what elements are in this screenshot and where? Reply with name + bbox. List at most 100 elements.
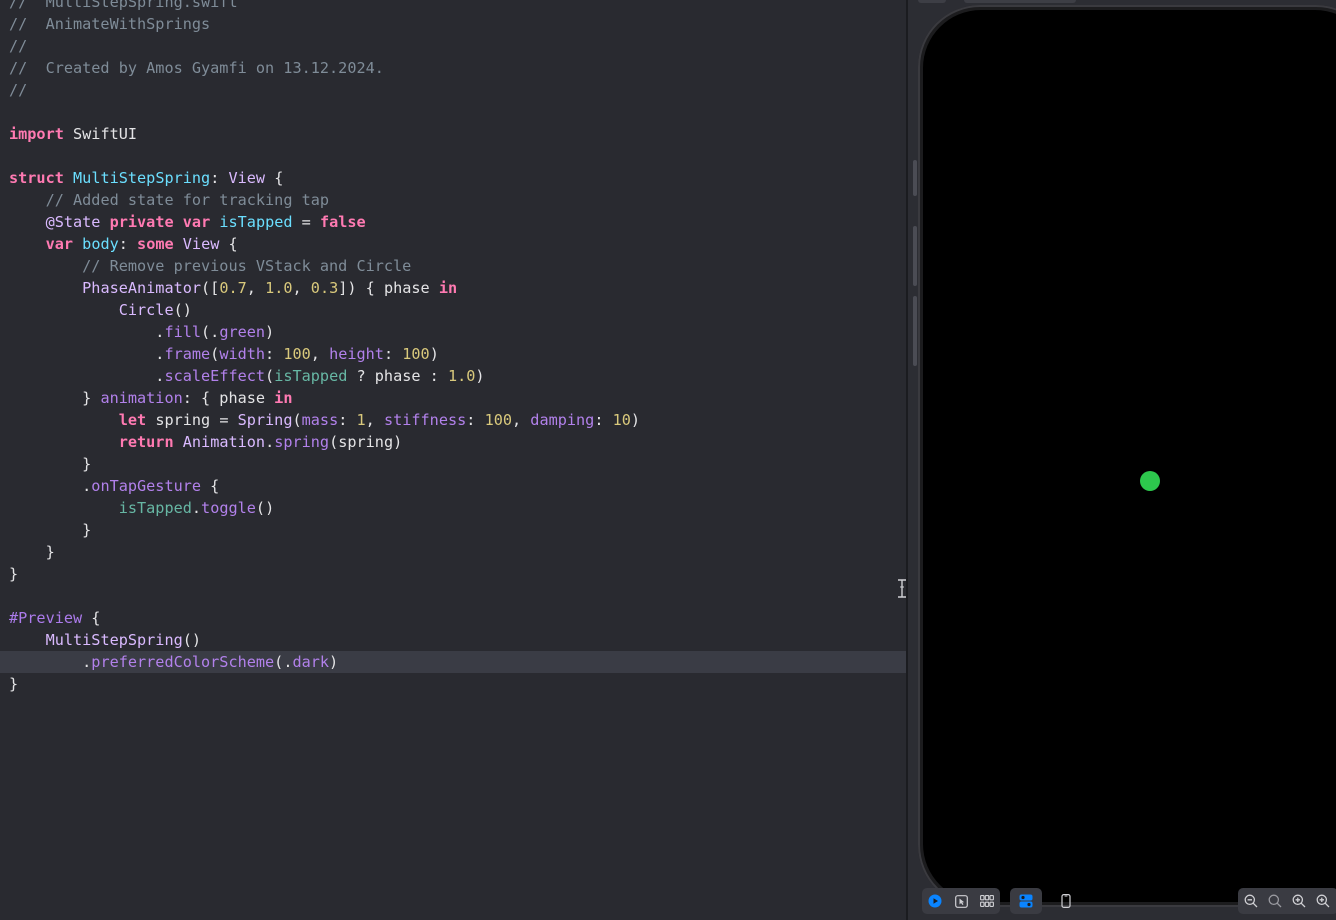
code-token: // Created by Amos Gyamfi on 13.12.2024. <box>9 59 384 77</box>
device-screen[interactable] <box>923 10 1336 902</box>
canvas-preview <box>908 0 1336 920</box>
code-line: .scaleEffect(isTapped ? phase : 1.0) <box>9 365 484 387</box>
code-token: : <box>118 235 138 253</box>
code-token: ) <box>429 345 439 363</box>
code-token: some <box>137 235 174 253</box>
code-token: let <box>118 411 147 429</box>
code-token: 0.7 <box>219 279 247 297</box>
code-token: 10 <box>612 411 631 429</box>
play-circle-icon[interactable] <box>927 893 943 909</box>
code-token: ([ <box>201 279 220 297</box>
code-token: 0.3 <box>310 279 339 297</box>
code-line: } <box>9 673 18 695</box>
code-line: struct MultiStepSpring: View { <box>9 167 283 189</box>
code-token: : <box>466 411 485 429</box>
code-token: // Added state for tracking tap <box>45 191 330 209</box>
code-token: toggle <box>201 499 256 517</box>
code-token: View <box>182 235 220 253</box>
code-token: View <box>228 169 266 187</box>
code-token: width <box>219 345 266 363</box>
code-token: isTapped <box>274 367 348 385</box>
code-token: 100 <box>283 345 311 363</box>
code-token: Spring <box>237 411 293 429</box>
zoom-actual-icon[interactable] <box>1267 893 1283 909</box>
code-token: 1.0 <box>447 367 476 385</box>
code-token: onTapGesture <box>91 477 202 495</box>
code-token: } <box>9 389 101 407</box>
code-token: 1.0 <box>265 279 293 297</box>
code-line: @State private var isTapped = false <box>9 211 366 233</box>
grid-icon[interactable] <box>979 893 995 909</box>
code-line: // Added state for tracking tap <box>9 189 329 211</box>
zoom-out-icon[interactable] <box>1243 893 1259 909</box>
code-token: height <box>329 345 384 363</box>
cursor-arrow-icon[interactable] <box>953 893 969 909</box>
code-token: : { phase <box>182 389 275 407</box>
code-token: ) <box>329 653 339 671</box>
code-token: : <box>594 411 613 429</box>
code-token: 1 <box>356 411 366 429</box>
code-token: // Remove previous VStack and Circle <box>82 257 412 275</box>
zoom-in-icon[interactable] <box>1291 893 1307 909</box>
code-token: MultiStepSpring <box>45 631 183 649</box>
code-token: PhaseAnimator <box>82 279 202 297</box>
code-line: } animation: { phase in <box>9 387 292 409</box>
code-line: // <box>9 35 27 57</box>
code-token: 100 <box>402 345 430 363</box>
code-token: . <box>9 477 92 495</box>
device-settings-icon[interactable] <box>1018 893 1034 909</box>
code-token: green <box>219 323 266 341</box>
code-token: 100 <box>484 411 512 429</box>
iphone-icon[interactable] <box>1058 893 1074 909</box>
green-circle[interactable] <box>1140 471 1160 491</box>
scroll-marker <box>913 226 917 286</box>
code-line: #Preview { <box>9 607 100 629</box>
code-token: MultiStepSpring <box>73 169 211 187</box>
code-token: (spring) <box>329 433 403 451</box>
code-line: // Remove previous VStack and Circle <box>9 255 411 277</box>
code-token: Circle <box>118 301 174 319</box>
device-group <box>1052 888 1080 914</box>
code-token: scaleEffect <box>164 367 266 385</box>
zoom-fit-icon[interactable] <box>1315 893 1331 909</box>
code-token: spring = <box>146 411 238 429</box>
code-token: import <box>9 125 64 143</box>
code-token: // MultiStepSpring.swift <box>9 0 238 11</box>
code-token: ( <box>292 411 302 429</box>
preview-mode-group <box>922 888 1000 914</box>
code-token: private <box>109 213 174 231</box>
code-token: spring <box>274 433 330 451</box>
code-token: (. <box>201 323 220 341</box>
preview-tab-indicator-wide <box>964 0 1076 3</box>
code-token: // <box>9 37 28 55</box>
code-token: { <box>82 609 101 627</box>
code-token: in <box>438 279 458 297</box>
code-line: } <box>9 519 91 541</box>
code-line: // <box>9 79 27 101</box>
code-token: frame <box>164 345 211 363</box>
iphone-frame <box>918 5 1336 907</box>
code-line: import SwiftUI <box>9 123 137 145</box>
code-token: { <box>219 235 238 253</box>
code-token: ? phase : <box>347 367 448 385</box>
code-token: #Preview <box>9 609 83 627</box>
code-token: , <box>310 345 330 363</box>
code-token: () <box>173 301 192 319</box>
code-token: Animation <box>182 433 266 451</box>
code-token: SwiftUI <box>63 125 138 143</box>
code-line: return Animation.spring(spring) <box>9 431 403 453</box>
code-editor[interactable]: // MultiStepSpring.swift // AnimateWithSp… <box>0 0 906 920</box>
code-token: , <box>365 411 384 429</box>
code-token: body <box>82 235 119 253</box>
code-token: return <box>118 433 174 451</box>
code-line: // Created by Amos Gyamfi on 13.12.2024. <box>9 57 384 79</box>
code-line: PhaseAnimator([0.7, 1.0, 0.3]) { phase i… <box>9 277 457 299</box>
code-token: // AnimateWithSprings <box>9 15 211 33</box>
code-token: . <box>191 499 202 517</box>
